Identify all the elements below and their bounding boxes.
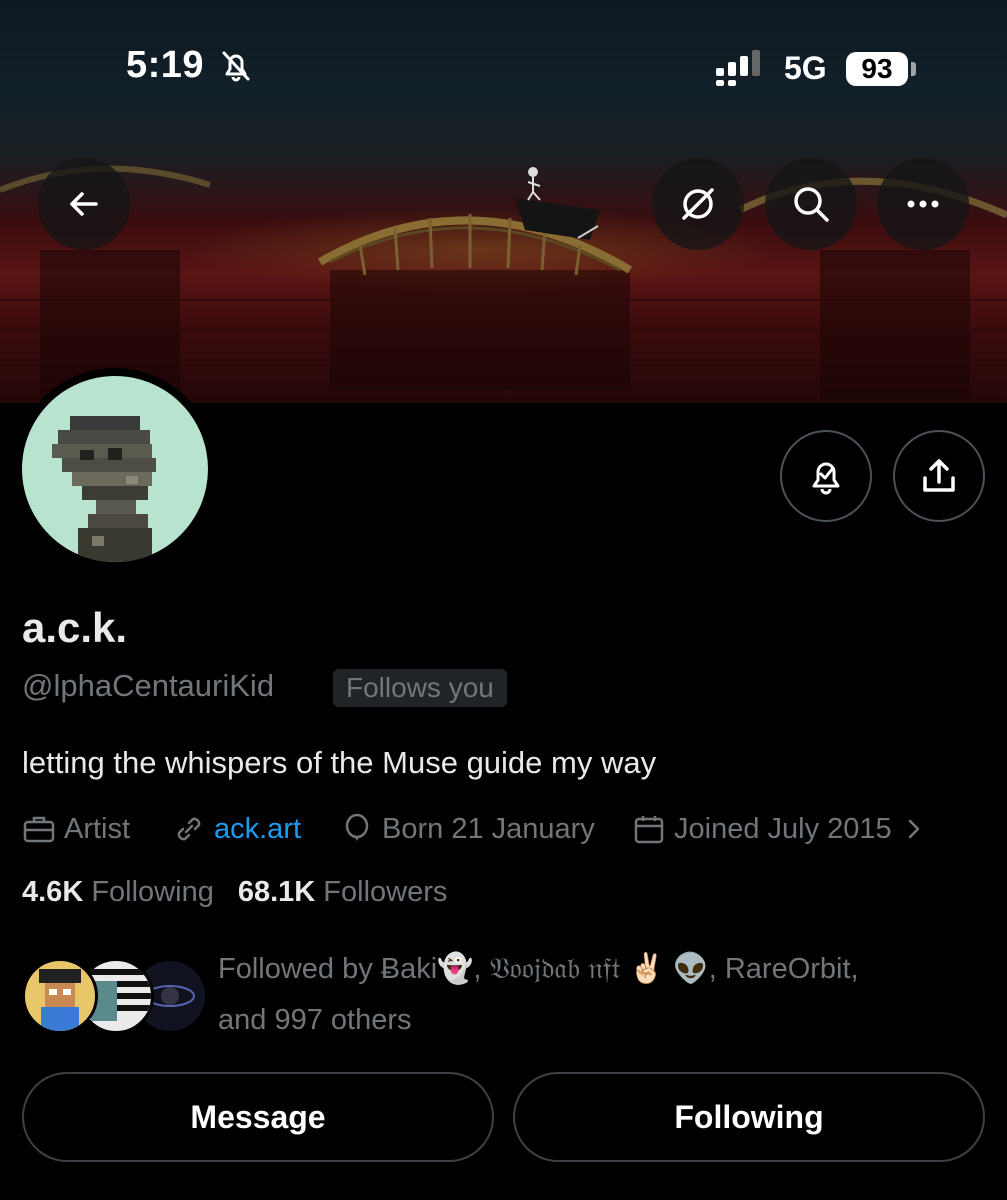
notifications-button[interactable] (780, 430, 872, 522)
search-icon (794, 187, 829, 222)
following-button[interactable]: Following (513, 1072, 985, 1162)
pirate-avatar-art (39, 969, 81, 1031)
birthday-label: Born 21 January (382, 812, 595, 845)
profile-birthday: Born 21 January (340, 810, 595, 848)
balloon-icon (345, 813, 369, 841)
followers-stat[interactable]: 68.1K Followers (238, 876, 448, 909)
pixel-skull-art (52, 416, 156, 562)
following-stat[interactable]: 4.6K Following (22, 876, 214, 909)
bell-muted-icon (222, 51, 250, 82)
display-name: a.c.k. (22, 604, 128, 651)
profile-bio: letting the whispers of the Muse guide m… (22, 745, 657, 780)
avatar-image (22, 376, 208, 562)
followers-label: Followers (323, 876, 448, 908)
followers-count: 68.1K (237, 876, 316, 908)
profile-avatar[interactable] (14, 368, 216, 570)
followed-by-line-2: and 997 others (218, 1004, 412, 1036)
network-type: 5G (784, 50, 827, 86)
briefcase-icon (23, 816, 55, 843)
search-button[interactable] (765, 158, 857, 250)
battery-tip (911, 62, 916, 76)
more-button[interactable] (877, 158, 969, 250)
back-button[interactable] (38, 158, 130, 250)
signal-icon (716, 50, 760, 86)
link-icon (177, 817, 201, 841)
following-count: 4.6K (22, 876, 84, 908)
message-button[interactable]: Message (22, 1072, 494, 1162)
following-label: Following (91, 876, 214, 908)
category-label: Artist (64, 812, 131, 845)
profile-website[interactable]: ack.art (172, 810, 301, 848)
followed-by-line-1: Followed by Ƀaki👻, 𝔙𝔬𝔬𝔧𝔡𝔞𝔟 𝔫𝔣𝔱 ✌🏻 👽, Rar… (218, 953, 859, 985)
share-icon (923, 459, 955, 492)
follow-stats: 4.6K Following 68.1K Followers (22, 876, 447, 909)
followed-by-avatars[interactable] (22, 958, 208, 1034)
user-handle: @lphaCentauriKid (22, 668, 275, 703)
bell-check-icon (812, 462, 840, 495)
grok-icon (682, 188, 714, 220)
followed-by-text[interactable]: Followed by Ƀaki👻, 𝔙𝔬𝔬𝔧𝔡𝔞𝔟 𝔫𝔣𝔱 ✌🏻 👽, Rar… (218, 944, 978, 1046)
more-icon (907, 200, 939, 208)
battery-level: 93 (846, 52, 908, 86)
profile-joined[interactable]: Joined July 2015 (632, 810, 936, 848)
share-button[interactable] (893, 430, 985, 522)
profile-category: Artist (22, 810, 130, 848)
chevron-right-icon (908, 819, 919, 839)
arrow-left-icon (70, 192, 98, 216)
website-link[interactable]: ack.art (214, 813, 301, 846)
follows-you-badge: Follows you (333, 669, 507, 707)
joined-label: Joined July 2015 (674, 812, 892, 845)
grok-button[interactable] (652, 158, 744, 250)
calendar-icon (634, 816, 664, 844)
follower-avatar-1 (22, 958, 98, 1034)
status-time: 5:19 (126, 44, 205, 86)
